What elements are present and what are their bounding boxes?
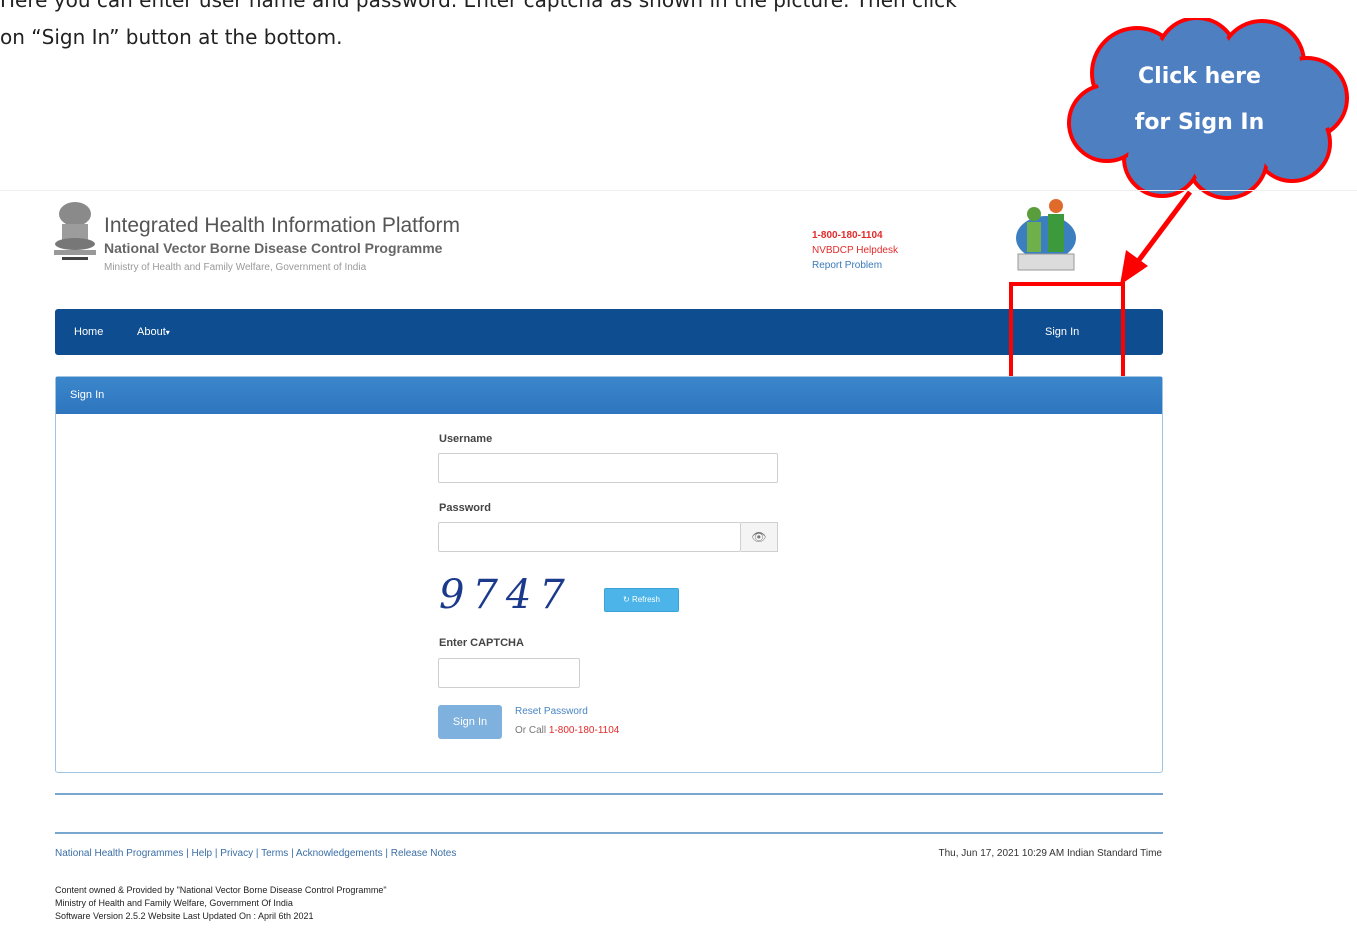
- password-label: Password: [439, 502, 491, 514]
- footer-link-privacy[interactable]: Privacy: [220, 848, 253, 859]
- callout-cloud: Click here for Sign In: [1062, 18, 1352, 203]
- footer-info: Content owned & Provided by "National Ve…: [55, 884, 387, 923]
- footer-link-release-notes[interactable]: Release Notes: [391, 848, 457, 859]
- refresh-icon: ↻: [623, 595, 632, 604]
- nav-about[interactable]: About▾: [137, 309, 170, 355]
- footer-ministry: Ministry of Health and Family Welfare, G…: [55, 898, 293, 908]
- callout-text: Click here for Sign In: [1092, 54, 1307, 146]
- captcha-input[interactable]: [438, 658, 580, 688]
- caret-down-icon: ▾: [165, 328, 170, 337]
- footer-divider-bottom: [55, 832, 1163, 834]
- main-navbar: Home About▾ Sign In: [55, 309, 1163, 355]
- panel-heading: Sign In: [56, 377, 1162, 414]
- nav-home[interactable]: Home: [74, 309, 103, 355]
- refresh-label: Refresh: [631, 595, 660, 604]
- footer-link-terms[interactable]: Terms: [261, 848, 288, 859]
- or-call-label: Or Call: [515, 725, 547, 736]
- footer-version: Software Version 2.5.2 Website Last Upda…: [55, 911, 314, 921]
- captcha-image: 9747: [439, 572, 573, 618]
- instruction-line-1: Here you can enter user name and passwor…: [0, 0, 957, 12]
- national-emblem-icon: [54, 202, 96, 260]
- callout-line-1: Click here: [1138, 64, 1261, 89]
- reset-password-link[interactable]: Reset Password: [515, 706, 588, 717]
- footer-link-national-health-programmes[interactable]: National Health Programmes: [55, 848, 183, 859]
- footer-content-owner: Content owned & Provided by "National Ve…: [55, 885, 387, 895]
- callout-line-2: for Sign In: [1134, 110, 1265, 135]
- footer-datetime: Thu, Jun 17, 2021 10:29 AM Indian Standa…: [938, 848, 1162, 859]
- nav-about-label: About: [137, 326, 166, 338]
- site-subtitle: National Vector Borne Disease Control Pr…: [104, 240, 443, 256]
- captcha-label: Enter CAPTCHA: [439, 637, 524, 649]
- username-label: Username: [439, 433, 493, 445]
- username-input[interactable]: [438, 453, 778, 483]
- password-input[interactable]: [438, 522, 741, 552]
- captcha-refresh-button[interactable]: ↻ Refresh: [604, 588, 679, 612]
- helpline-block: 1-800-180-1104 NVBDCP Helpdesk Report Pr…: [812, 228, 898, 273]
- helpdesk-link[interactable]: NVBDCP Helpdesk: [812, 243, 898, 258]
- sign-in-panel: Sign In Username Password 👁 9747 ↻ Refre…: [55, 376, 1163, 773]
- sign-in-highlight-box: [1009, 282, 1125, 384]
- footer-link-help[interactable]: Help: [192, 848, 213, 859]
- report-problem-link[interactable]: Report Problem: [812, 258, 898, 273]
- footer-divider-top: [55, 793, 1163, 795]
- call-number-link[interactable]: 1-800-180-1104: [549, 725, 619, 736]
- show-password-eye-icon[interactable]: 👁: [741, 522, 778, 552]
- footer-links: National Health Programmes | Help | Priv…: [55, 848, 457, 859]
- sign-in-button[interactable]: Sign In: [438, 705, 502, 739]
- nvbdcp-logo-icon: [1016, 199, 1076, 271]
- ministry-text: Ministry of Health and Family Welfare, G…: [104, 262, 367, 273]
- or-call-text: Or Call 1-800-180-1104: [515, 725, 619, 736]
- site-title: Integrated Health Information Platform: [104, 214, 461, 237]
- helpline-phone[interactable]: 1-800-180-1104: [812, 228, 898, 243]
- footer-link-acknowledgements[interactable]: Acknowledgements: [296, 848, 383, 859]
- instruction-line-2: on “Sign In” button at the bottom.: [0, 25, 343, 49]
